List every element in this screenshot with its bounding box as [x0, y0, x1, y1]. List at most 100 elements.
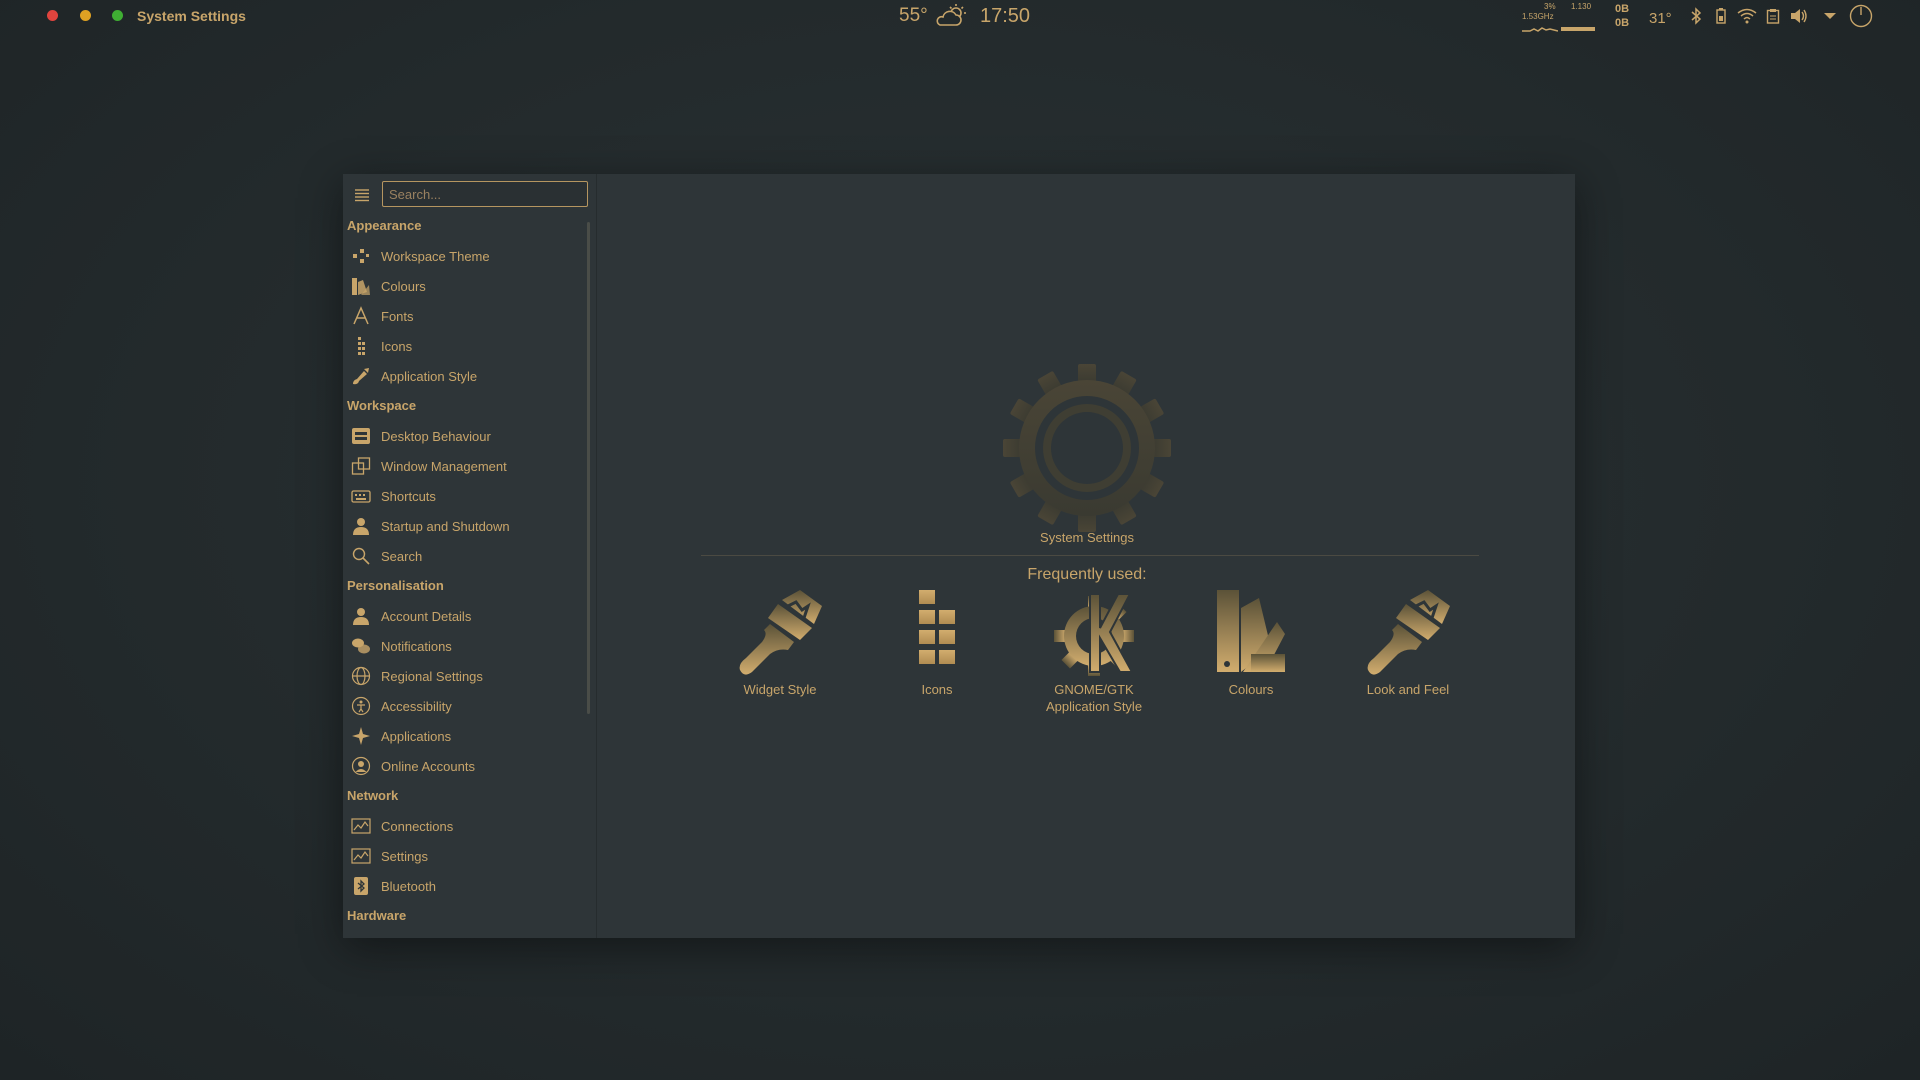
- partly-cloudy-icon[interactable]: [934, 3, 968, 29]
- sidebar-item-label: Bluetooth: [381, 878, 436, 894]
- cpu-temperature: 31°: [1649, 10, 1672, 27]
- sidebar-item-label: Shortcuts: [381, 488, 436, 504]
- sidebar-item-search[interactable]: Search: [343, 541, 586, 571]
- frequent-colours[interactable]: Colours: [1181, 588, 1321, 698]
- sidebar-item-icons[interactable]: Icons: [343, 331, 586, 361]
- sidebar-list: Appearance Workspace Theme Colours Fonts: [343, 211, 586, 931]
- sidebar-item-label: Fonts: [381, 308, 414, 324]
- maximize-window-button[interactable]: [112, 10, 123, 21]
- sidebar-item-label: Notifications: [381, 638, 452, 654]
- sidebar-item-regional-settings[interactable]: Regional Settings: [343, 661, 586, 691]
- application-style-icon: [350, 365, 372, 387]
- sidebar-item-online-accounts[interactable]: Online Accounts: [343, 751, 586, 781]
- sidebar-item-fonts[interactable]: Fonts: [343, 301, 586, 331]
- sidebar-item-window-management[interactable]: Window Management: [343, 451, 586, 481]
- wifi-icon[interactable]: [1737, 6, 1757, 26]
- icons-icon: [350, 335, 372, 357]
- sidebar-item-bluetooth[interactable]: Bluetooth: [343, 871, 586, 901]
- sidebar-item-accessibility[interactable]: Accessibility: [343, 691, 586, 721]
- sidebar-item-label: Application Style: [381, 368, 478, 384]
- kde-gear-icon: [1054, 593, 1134, 676]
- network-download: 0B: [1615, 17, 1630, 29]
- sidebar-item-applications[interactable]: Applications: [343, 721, 586, 751]
- tile-label: Look and Feel: [1366, 682, 1450, 697]
- system-settings-window: Appearance Workspace Theme Colours Fonts: [343, 174, 1575, 938]
- top-panel: System Settings 55° 17:50 3% 1.53GHz 1.1…: [0, 0, 1920, 34]
- clock[interactable]: 17:50: [980, 5, 1030, 28]
- power-icon[interactable]: [1849, 4, 1873, 28]
- hamburger-menu-icon[interactable]: [354, 188, 370, 202]
- colours-icon: [350, 275, 372, 297]
- sidebar-item-startup-shutdown[interactable]: Startup and Shutdown: [343, 511, 586, 541]
- cpu-percent: 3%: [1544, 2, 1556, 11]
- category-workspace: Workspace: [347, 398, 417, 413]
- tile-label: Icons: [921, 682, 953, 697]
- sidebar-item-label: Workspace Theme: [381, 248, 490, 264]
- accessibility-icon: [350, 695, 372, 717]
- window-management-icon: [350, 455, 372, 477]
- sidebar-item-desktop-behaviour[interactable]: Desktop Behaviour: [343, 421, 586, 451]
- weather-temperature[interactable]: 55°: [899, 5, 928, 27]
- memory-bar: [1561, 27, 1595, 31]
- frequent-look-and-feel[interactable]: Look and Feel: [1338, 588, 1478, 698]
- sidebar-item-notifications[interactable]: Notifications: [343, 631, 586, 661]
- close-window-button[interactable]: [47, 10, 58, 21]
- sidebar-item-label: Regional Settings: [381, 668, 483, 684]
- category-personalisation: Personalisation: [347, 578, 444, 593]
- tile-label: GNOME/GTK Application Style: [1045, 682, 1143, 714]
- star-icon: [350, 725, 372, 747]
- sidebar-item-shortcuts[interactable]: Shortcuts: [343, 481, 586, 511]
- fonts-icon: [350, 305, 372, 327]
- sidebar-item-label: Settings: [381, 848, 428, 864]
- brush-icon: [1367, 590, 1450, 675]
- active-app-title: System Settings: [137, 8, 246, 24]
- frequent-icons[interactable]: Icons: [867, 588, 1007, 698]
- network-upload: 0B: [1615, 3, 1630, 15]
- colour-swatch-icon: [1217, 590, 1285, 672]
- search-input[interactable]: [382, 181, 588, 207]
- sidebar-item-label: Search: [381, 548, 423, 564]
- sidebar-item-label: Startup and Shutdown: [381, 518, 510, 534]
- online-accounts-icon: [350, 755, 372, 777]
- sidebar-scrollbar[interactable]: [587, 222, 590, 714]
- sidebar: Appearance Workspace Theme Colours Fonts: [343, 174, 597, 938]
- sidebar-item-connections[interactable]: Connections: [343, 811, 586, 841]
- user-icon: [350, 605, 372, 627]
- globe-icon: [350, 665, 372, 687]
- keyboard-icon: [350, 485, 372, 507]
- sidebar-item-workspace-theme[interactable]: Workspace Theme: [343, 241, 586, 271]
- workspace-theme-icon: [350, 245, 372, 267]
- category-hardware: Hardware: [347, 908, 407, 923]
- expand-arrow-icon[interactable]: [1820, 6, 1840, 26]
- tile-label: Widget Style: [743, 682, 817, 697]
- category-network: Network: [347, 788, 399, 803]
- network-speed: 0B 0B: [1615, 2, 1629, 30]
- bluetooth-icon[interactable]: [1686, 6, 1706, 26]
- load-average: 1.130: [1571, 2, 1592, 11]
- sidebar-item-colours[interactable]: Colours: [343, 271, 586, 301]
- minimize-window-button[interactable]: [80, 10, 91, 21]
- battery-icon[interactable]: [1711, 6, 1731, 26]
- hero-label: System Settings: [1040, 530, 1134, 545]
- sidebar-item-label: Window Management: [381, 458, 507, 474]
- icons-grid-icon: [919, 590, 955, 664]
- sidebar-item-label: Applications: [381, 728, 452, 744]
- frequent-widget-style[interactable]: Widget Style: [710, 588, 850, 698]
- search-icon: [350, 545, 372, 567]
- volume-icon[interactable]: [1789, 6, 1809, 26]
- sidebar-item-label: Colours: [381, 278, 426, 294]
- sidebar-item-account-details[interactable]: Account Details: [343, 601, 586, 631]
- system-settings-gear-icon: [1003, 364, 1171, 532]
- sidebar-item-label: Online Accounts: [381, 758, 475, 774]
- bluetooth-icon: [350, 875, 372, 897]
- frequent-gnome-gtk-style[interactable]: GNOME/GTK Application Style: [1024, 588, 1164, 715]
- sidebar-item-application-style[interactable]: Application Style: [343, 361, 586, 391]
- notifications-icon: [350, 635, 372, 657]
- cpu-frequency: 1.53GHz: [1522, 12, 1554, 21]
- frequently-used-title: Frequently used:: [1027, 566, 1147, 583]
- sidebar-item-network-settings[interactable]: Settings: [343, 841, 586, 871]
- startup-icon: [350, 515, 372, 537]
- clipboard-icon[interactable]: [1763, 6, 1783, 26]
- desktop-behaviour-icon: [350, 425, 372, 447]
- sidebar-item-label: Accessibility: [381, 698, 452, 714]
